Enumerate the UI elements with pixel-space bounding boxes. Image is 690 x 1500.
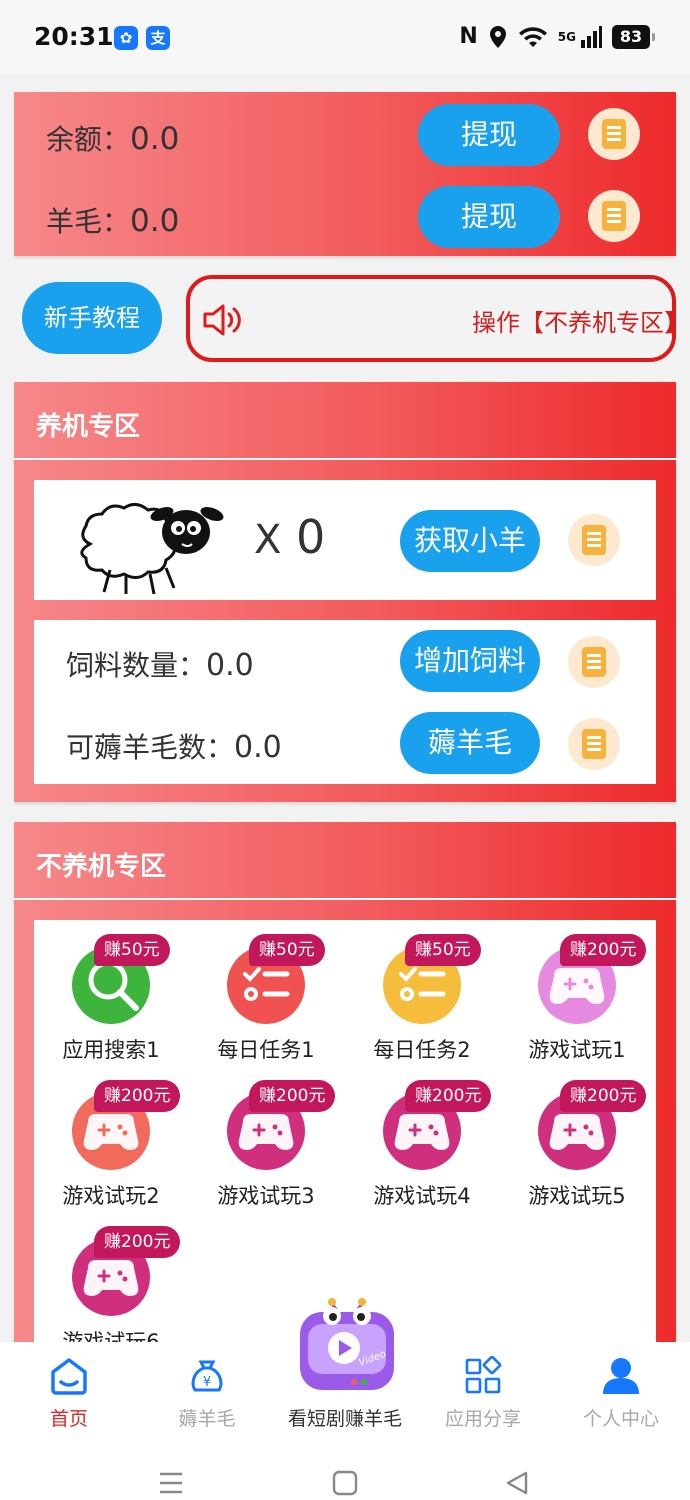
record-icon[interactable] [568, 514, 620, 566]
system-nav-bar [0, 1442, 690, 1500]
tutorial-button[interactable]: 新手教程 [22, 282, 162, 354]
feed-row: 饲料数量：0.0 增加饲料 [34, 630, 656, 694]
apps-grid-icon [465, 1356, 502, 1394]
sheep-image [80, 503, 224, 595]
speaker-icon [203, 304, 241, 336]
home-square-icon[interactable] [332, 1470, 358, 1496]
task-item[interactable]: 赚50元 每日任务1 [189, 906, 339, 1062]
sheep-count: X 0 [254, 510, 326, 564]
feed-value: 0.0 [206, 648, 254, 683]
back-icon[interactable] [504, 1470, 530, 1496]
shear-wool-button[interactable]: 薅羊毛 [400, 712, 540, 774]
feed-label: 饲料数量：0.0 [66, 648, 254, 683]
reward-badge: 赚200元 [560, 1080, 647, 1112]
task-item[interactable]: 赚200元 游戏试玩1 [500, 906, 650, 1062]
balance-label: 余额：0.0 [46, 121, 180, 157]
nav-profile[interactable]: 个人中心 [552, 1342, 690, 1442]
task-item[interactable]: 赚200元游戏试玩4 [345, 1052, 495, 1208]
notice-text: 操作【不养机专区】 [472, 309, 676, 337]
task-item[interactable]: 赚200元游戏试玩5 [500, 1052, 650, 1208]
farm-section: 养机专区 X 0 获取小羊 饲料数量：0.0 增加饲料 可薅羊毛数：0.0 薅羊… [14, 382, 676, 802]
nav-label: 看短剧赚羊毛 [287, 1408, 402, 1430]
withdraw-balance-button[interactable]: 提现 [418, 104, 560, 166]
wool-available-label: 可薅羊毛数：0.0 [66, 730, 282, 765]
location-icon [489, 25, 506, 48]
signal-icon [581, 25, 602, 48]
task-item[interactable]: 赚50元 每日任务2 [345, 906, 495, 1062]
sheep-box: X 0 获取小羊 [34, 480, 656, 600]
nfc-icon: N [459, 24, 478, 49]
balance-value: 0.0 [130, 121, 180, 157]
record-icon[interactable] [588, 190, 640, 242]
nofarm-section: 不养机专区 赚50元 应用搜索1 赚50元 每日任务1 赚50元 每日任务2 赚200元 游戏… [14, 822, 676, 1362]
record-icon[interactable] [568, 636, 620, 688]
money-bag-icon: ¥ [191, 1360, 223, 1392]
get-sheep-button[interactable]: 获取小羊 [400, 510, 540, 572]
reward-badge: 赚200元 [560, 934, 647, 966]
section-title: 不养机专区 [36, 852, 167, 882]
battery-indicator: 83 [612, 24, 655, 49]
nav-label: 薅羊毛 [178, 1408, 236, 1430]
section-title: 养机专区 [36, 412, 141, 442]
record-icon[interactable] [588, 108, 640, 160]
add-feed-button[interactable]: 增加饲料 [400, 630, 540, 692]
task-item[interactable]: 赚200元游戏试玩6 [34, 1198, 184, 1354]
reward-badge: 赚200元 [405, 1080, 492, 1112]
record-icon[interactable] [568, 718, 620, 770]
task-item[interactable]: 赚50元 应用搜索1 [34, 906, 184, 1062]
task-label: 游戏试玩3 [217, 1184, 315, 1208]
reward-badge: 赚50元 [249, 934, 325, 966]
reward-badge: 赚200元 [94, 1226, 181, 1258]
wool-label: 羊毛：0.0 [46, 203, 180, 239]
money-bag-glyph: ¥ [203, 1375, 211, 1390]
reward-badge: 赚50元 [405, 934, 481, 966]
task-item[interactable]: 赚200元 游戏试玩2 [34, 1052, 184, 1208]
nav-label: 个人中心 [582, 1408, 659, 1430]
tv-video-icon[interactable]: Video [292, 1290, 402, 1402]
task-label: 游戏试玩4 [373, 1184, 471, 1208]
user-icon [603, 1358, 639, 1394]
nav-label: 首页 [49, 1408, 88, 1430]
menu-icon[interactable] [158, 1470, 184, 1496]
tasks-grid: 赚50元 应用搜索1 赚50元 每日任务1 赚50元 每日任务2 赚200元 游戏试玩1 赚20… [34, 920, 656, 1354]
status-bar: 20:31 ✿ 支 N 5G 83 [0, 0, 690, 74]
withdraw-wool-button[interactable]: 提现 [418, 186, 560, 248]
reward-badge: 赚50元 [94, 934, 170, 966]
wool-value: 0.0 [130, 203, 180, 239]
nav-shear[interactable]: ¥ 薅羊毛 [138, 1342, 276, 1442]
task-label: 游戏试玩5 [528, 1184, 626, 1208]
wool-row: 羊毛：0.0 提现 [14, 184, 676, 248]
alipay-icon: 支 [146, 26, 170, 50]
reward-badge: 赚200元 [249, 1080, 336, 1112]
pinwheel-icon: ✿ [114, 26, 138, 50]
wool-shear-row: 可薅羊毛数：0.0 薅羊毛 [34, 712, 656, 776]
reward-badge: 赚200元 [94, 1080, 181, 1112]
nav-label: 应用分享 [444, 1408, 521, 1430]
notice-marquee[interactable]: 操作【不养机专区】 [186, 275, 676, 362]
feed-box: 饲料数量：0.0 增加饲料 可薅羊毛数：0.0 薅羊毛 [34, 620, 656, 784]
nav-home[interactable]: 首页 [0, 1342, 138, 1442]
divider [14, 898, 676, 900]
task-item[interactable]: 赚200元游戏试玩3 [189, 1052, 339, 1208]
balance-row: 余额：0.0 提现 [14, 102, 676, 166]
divider [14, 458, 676, 460]
wool-available-value: 0.0 [234, 730, 282, 765]
network-label: 5G [557, 29, 576, 44]
wifi-icon [518, 26, 547, 47]
nav-share[interactable]: 应用分享 [414, 1342, 552, 1442]
status-time: 20:31 [34, 22, 114, 51]
balance-card: 余额：0.0 提现 羊毛：0.0 提现 [14, 92, 676, 256]
home-icon [51, 1358, 87, 1395]
